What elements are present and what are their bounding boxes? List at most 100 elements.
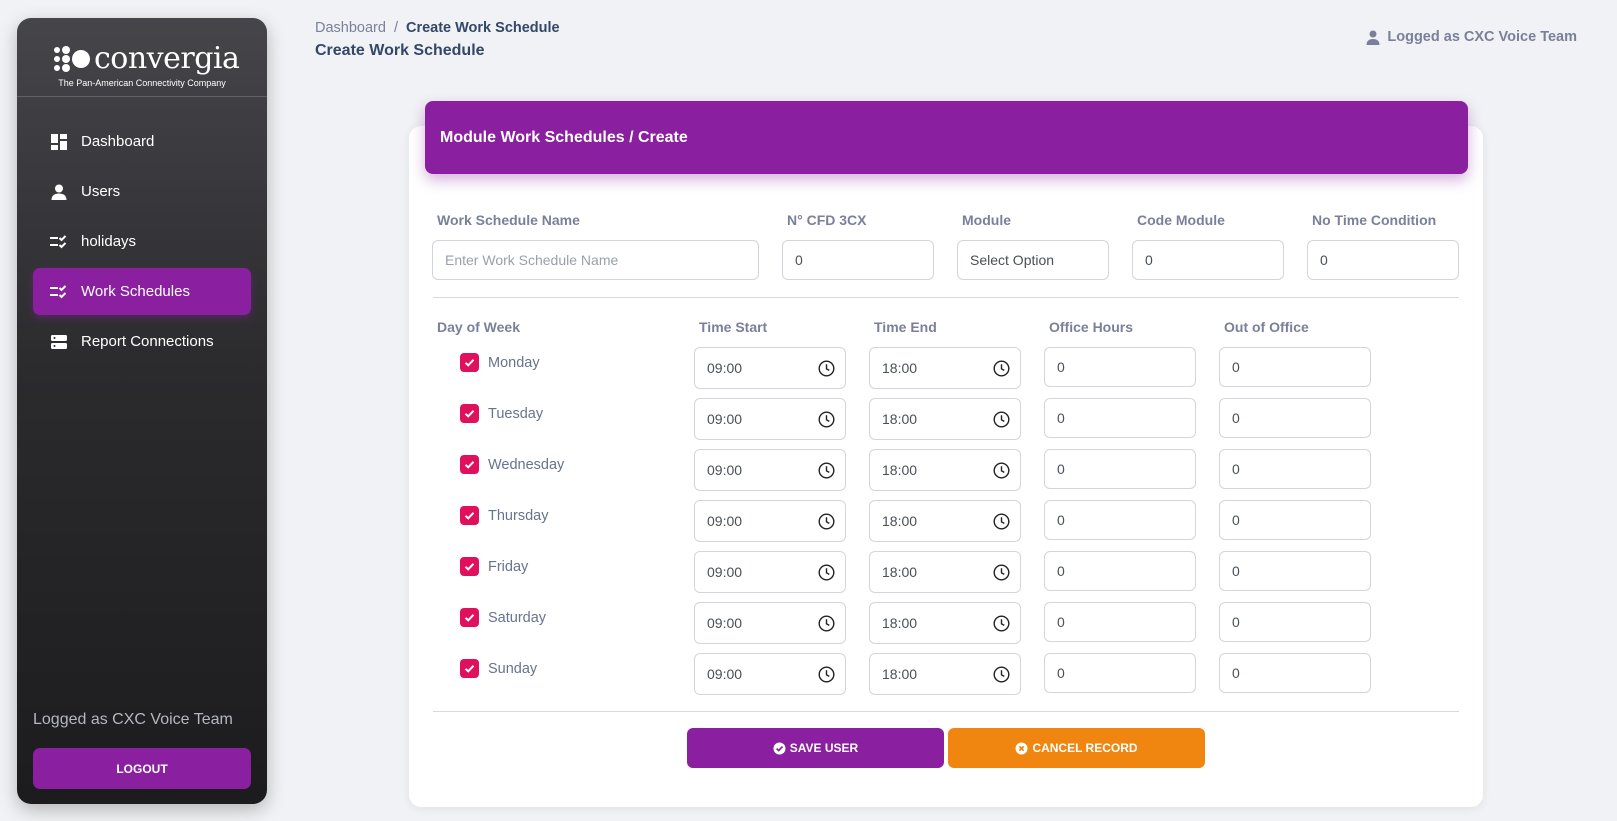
clock-icon[interactable] xyxy=(818,614,835,632)
clock-icon[interactable] xyxy=(993,410,1010,428)
day-checkbox[interactable] xyxy=(460,557,479,576)
office-hours-input[interactable]: 0 xyxy=(1044,653,1196,693)
sidebar-item-report-connections[interactable]: Report Connections xyxy=(33,318,251,365)
out-of-office-input[interactable]: 0 xyxy=(1219,449,1371,489)
time-end-input[interactable]: 18:00 xyxy=(869,500,1021,542)
time-start-input[interactable]: 09:00 xyxy=(694,449,846,491)
save-user-label: SAVE USER xyxy=(789,741,859,755)
time-start-input[interactable]: 09:00 xyxy=(694,500,846,542)
clock-icon[interactable] xyxy=(993,512,1010,530)
check-icon xyxy=(463,407,476,420)
out-of-office-input[interactable]: 0 xyxy=(1219,398,1371,438)
cancel-record-label: CANCEL RECORD xyxy=(1032,741,1138,755)
day-checkbox[interactable] xyxy=(460,353,479,372)
time-end-value: 18:00 xyxy=(882,462,918,478)
breadcrumb: Dashboard / Create Work Schedule xyxy=(315,20,560,36)
module-select[interactable]: Select Option xyxy=(957,240,1109,280)
office-hours-input[interactable]: 0 xyxy=(1044,449,1196,489)
close-circle-icon xyxy=(1015,742,1028,754)
sidebar-item-holidays[interactable]: holidays xyxy=(33,218,251,265)
clock-icon[interactable] xyxy=(993,665,1010,683)
work-schedule-name-input[interactable]: Enter Work Schedule Name xyxy=(432,240,759,280)
sidebar-item-users[interactable]: Users xyxy=(33,168,251,215)
sidebar-item-label: Dashboard xyxy=(81,133,155,150)
breadcrumb-dashboard-link[interactable]: Dashboard xyxy=(315,20,386,36)
sidebar-item-label: Users xyxy=(81,183,121,200)
clock-icon[interactable] xyxy=(818,512,835,530)
time-start-value: 09:00 xyxy=(707,411,743,427)
day-checkbox[interactable] xyxy=(460,608,479,627)
out-of-office-input[interactable]: 0 xyxy=(1219,602,1371,642)
cfd-input[interactable]: 0 xyxy=(782,240,934,280)
office-hours-input[interactable]: 0 xyxy=(1044,551,1196,591)
code-module-label: Code Module xyxy=(1137,212,1225,228)
clock-icon[interactable] xyxy=(993,563,1010,581)
time-end-input[interactable]: 18:00 xyxy=(869,602,1021,644)
time-start-input[interactable]: 09:00 xyxy=(694,398,846,440)
clock-icon[interactable] xyxy=(993,461,1010,479)
day-row-monday: Monday xyxy=(460,353,540,372)
check-icon xyxy=(463,611,476,624)
work-schedule-name-label: Work Schedule Name xyxy=(437,212,580,228)
brand-logo[interactable]: convergia The Pan-American Connectivity … xyxy=(17,18,267,97)
day-of-week-header: Day of Week xyxy=(437,319,520,335)
day-checkbox[interactable] xyxy=(460,506,479,525)
clock-icon[interactable] xyxy=(818,665,835,683)
day-checkbox[interactable] xyxy=(460,659,479,678)
logout-button[interactable]: LOGOUT xyxy=(33,748,251,789)
time-end-value: 18:00 xyxy=(882,411,918,427)
office-hours-input[interactable]: 0 xyxy=(1044,347,1196,387)
time-end-input[interactable]: 18:00 xyxy=(869,653,1021,695)
no-time-condition-input[interactable]: 0 xyxy=(1307,240,1459,280)
time-start-input[interactable]: 09:00 xyxy=(694,653,846,695)
time-start-input[interactable]: 09:00 xyxy=(694,347,846,389)
office-hours-input[interactable]: 0 xyxy=(1044,398,1196,438)
sidebar-logged-user: Logged as CXC Voice Team xyxy=(33,711,233,728)
clock-icon[interactable] xyxy=(818,461,835,479)
day-row-saturday: Saturday xyxy=(460,608,546,627)
time-end-input[interactable]: 18:00 xyxy=(869,347,1021,389)
clock-icon[interactable] xyxy=(818,563,835,581)
time-start-header: Time Start xyxy=(699,319,768,335)
out-of-office-header: Out of Office xyxy=(1224,319,1309,335)
logo-dots-icon xyxy=(54,45,92,73)
day-row-wednesday: Wednesday xyxy=(460,455,564,474)
day-label: Monday xyxy=(488,354,540,371)
office-hours-input[interactable]: 0 xyxy=(1044,500,1196,540)
save-user-button[interactable]: SAVE USER xyxy=(687,728,944,768)
day-checkbox[interactable] xyxy=(460,404,479,423)
clock-icon[interactable] xyxy=(993,359,1010,377)
sidebar-item-label: Report Connections xyxy=(81,333,214,350)
check-icon xyxy=(463,662,476,675)
day-label: Wednesday xyxy=(488,456,565,473)
header-user[interactable]: Logged as CXC Voice Team xyxy=(1366,29,1577,45)
time-start-input[interactable]: 09:00 xyxy=(694,602,846,644)
time-end-input[interactable]: 18:00 xyxy=(869,398,1021,440)
code-module-input[interactable]: 0 xyxy=(1132,240,1284,280)
out-of-office-input[interactable]: 0 xyxy=(1219,653,1371,693)
day-checkbox[interactable] xyxy=(460,455,479,474)
module-label: Module xyxy=(962,212,1011,228)
time-start-input[interactable]: 09:00 xyxy=(694,551,846,593)
out-of-office-input[interactable]: 0 xyxy=(1219,500,1371,540)
sidebar-item-dashboard[interactable]: Dashboard xyxy=(33,118,251,165)
time-start-value: 09:00 xyxy=(707,564,743,580)
time-end-value: 18:00 xyxy=(882,666,918,682)
time-start-value: 09:00 xyxy=(707,615,743,631)
clock-icon[interactable] xyxy=(818,359,835,377)
check-circle-icon xyxy=(773,742,786,754)
dashboard-icon xyxy=(50,133,68,151)
clock-icon[interactable] xyxy=(818,410,835,428)
time-end-input[interactable]: 18:00 xyxy=(869,449,1021,491)
day-row-thursday: Thursday xyxy=(460,506,548,525)
out-of-office-input[interactable]: 0 xyxy=(1219,347,1371,387)
time-end-input[interactable]: 18:00 xyxy=(869,551,1021,593)
office-hours-input[interactable]: 0 xyxy=(1044,602,1196,642)
time-end-header: Time End xyxy=(874,319,937,335)
clock-icon[interactable] xyxy=(993,614,1010,632)
divider xyxy=(433,711,1459,712)
sidebar-item-label: holidays xyxy=(81,233,137,250)
cancel-record-button[interactable]: CANCEL RECORD xyxy=(948,728,1205,768)
out-of-office-input[interactable]: 0 xyxy=(1219,551,1371,591)
sidebar-item-work-schedules[interactable]: Work Schedules xyxy=(33,268,251,315)
